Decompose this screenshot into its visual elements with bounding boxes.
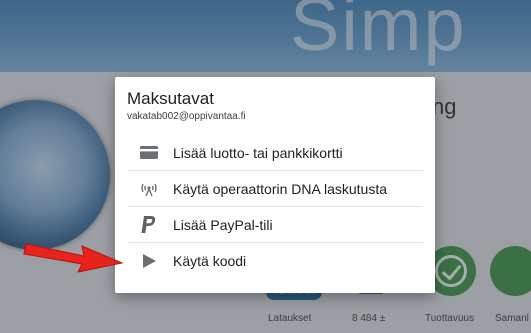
option-label: Käytä koodi	[173, 253, 247, 269]
payment-methods-dialog: Maksutavat vakatab002@oppivantaa.fi Lisä…	[115, 77, 435, 293]
screen: Simp ng TURVATTA Lataukset 8 484 ± Tuott…	[0, 0, 531, 333]
paypal-icon	[137, 215, 161, 235]
option-carrier-billing[interactable]: Käytä operaattorin DNA laskutusta	[127, 171, 423, 207]
credit-card-icon	[137, 143, 161, 163]
play-icon	[137, 251, 161, 271]
option-label: Lisää PayPal-tili	[173, 216, 273, 233]
option-label: Lisää luotto- tai pankkikortti	[173, 144, 343, 161]
dialog-title: Maksutavat	[127, 89, 214, 108]
option-add-card[interactable]: Lisää luotto- tai pankkikortti	[127, 135, 423, 171]
option-redeem-code[interactable]: Käytä koodi	[127, 243, 423, 279]
option-label: Käytä operaattorin DNA laskutusta	[173, 180, 388, 197]
carrier-billing-icon	[137, 179, 161, 199]
option-add-paypal[interactable]: Lisää PayPal-tili	[127, 207, 423, 243]
red-arrow-icon	[23, 243, 124, 273]
account-email: vakatab002@oppivantaa.fi	[127, 111, 246, 122]
